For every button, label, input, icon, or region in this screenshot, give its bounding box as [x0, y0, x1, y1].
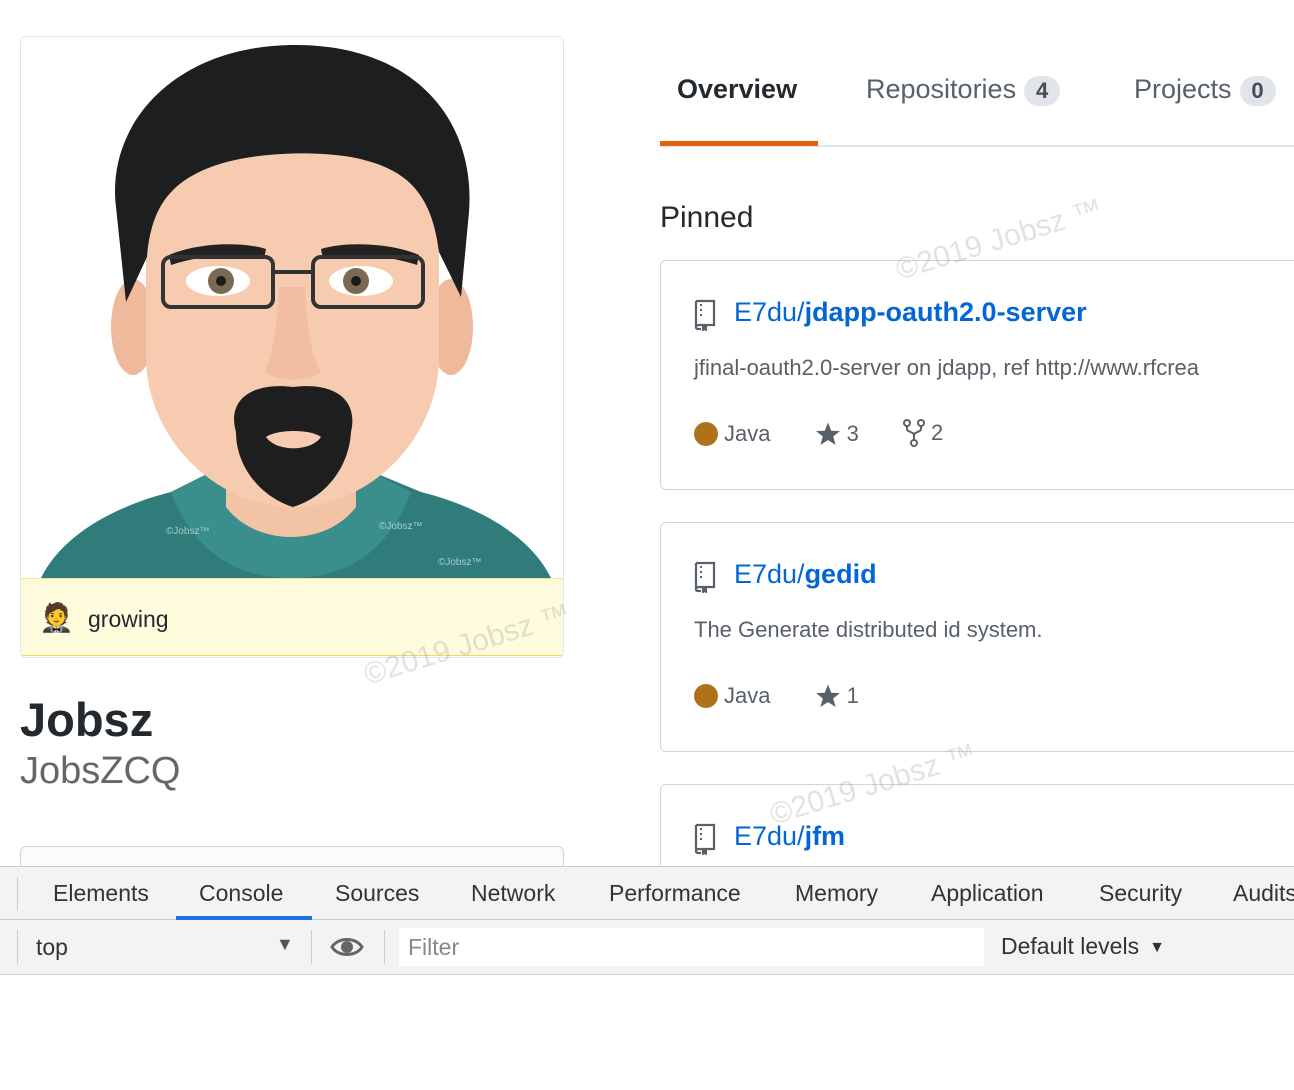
star-count: 3 — [846, 420, 859, 446]
repo-icon — [694, 823, 716, 855]
tab-label: Overview — [677, 74, 798, 104]
toolbar-separator — [17, 930, 18, 964]
language-color-dot — [694, 683, 718, 708]
repo-forks[interactable]: 2 — [902, 419, 944, 448]
pinned-repo-card: E7du/jdapp-oauth2.0-server jfinal-oauth2… — [660, 260, 1294, 490]
tab-selected-indicator — [660, 141, 818, 146]
repo-language: Java — [694, 420, 770, 447]
user-status[interactable]: 🤵 growing — [21, 578, 563, 656]
profile-login: JobsZCQ — [20, 750, 181, 792]
repositories-counter: 4 — [1024, 75, 1061, 106]
repo-name: jfm — [804, 821, 846, 851]
repo-owner: E7du/ — [734, 559, 805, 589]
devtools-panel: Elements Console Sources Network Perform… — [0, 866, 1294, 1090]
repo-language: Java — [694, 682, 770, 709]
devtools-tab-performance[interactable]: Performance — [609, 880, 741, 907]
devtools-tab-audits[interactable]: Audits — [1233, 880, 1294, 907]
tab-overview[interactable]: Overview — [677, 74, 797, 105]
star-icon — [815, 684, 840, 707]
tab-repositories[interactable]: Repositories 4 — [866, 74, 1061, 106]
devtools-tab-security[interactable]: Security — [1099, 880, 1182, 907]
language-label: Java — [724, 420, 771, 446]
star-icon — [815, 422, 840, 445]
repo-icon — [694, 299, 716, 331]
repo-meta: Java 1 — [694, 681, 897, 709]
language-color-dot — [694, 421, 718, 446]
devtools-tab-elements[interactable]: Elements — [53, 880, 149, 907]
tabbar-separator — [17, 877, 18, 911]
dropdown-triangle-icon: ▼ — [1149, 938, 1165, 956]
repo-meta: Java 3 2 — [694, 419, 981, 448]
dropdown-triangle-icon: ▼ — [276, 934, 294, 954]
repo-stars[interactable]: 1 — [815, 682, 859, 709]
avatar-watermark: ©Jobsz™ — [166, 526, 210, 537]
tab-label: Repositories — [866, 74, 1017, 104]
repo-name: jdapp-oauth2.0-server — [804, 297, 1087, 327]
log-levels-label: Default levels — [1001, 933, 1140, 959]
repo-description: jfinal-oauth2.0-server on jdapp, ref htt… — [694, 355, 1200, 380]
console-toolbar: top ▼ Default levels ▼ — [0, 920, 1294, 975]
repo-name: gedid — [804, 559, 877, 589]
repo-owner: E7du/ — [734, 297, 805, 327]
repo-link[interactable]: E7du/jdapp-oauth2.0-server — [734, 297, 1087, 328]
tab-projects[interactable]: Projects 0 — [1134, 74, 1276, 106]
repo-stars[interactable]: 3 — [815, 420, 859, 447]
repo-icon — [694, 561, 716, 593]
fork-count: 2 — [930, 420, 944, 446]
avatar-image[interactable]: ©Jobsz™ ©Jobsz™ ©Jobsz™ — [21, 37, 563, 578]
avatar-watermark: ©Jobsz™ — [379, 521, 423, 532]
devtools-tab-application[interactable]: Application — [931, 880, 1044, 907]
pinned-repo-card: E7du/gedid The Generate distributed id s… — [660, 522, 1294, 752]
tab-label: Projects — [1134, 74, 1232, 104]
repo-description: The Generate distributed id system. — [694, 617, 1043, 642]
profile-name: Jobsz — [20, 693, 154, 746]
devtools-tab-sources[interactable]: Sources — [335, 880, 419, 907]
repo-link[interactable]: E7du/jfm — [734, 821, 845, 852]
pinned-title: Pinned — [660, 201, 754, 234]
toolbar-separator — [384, 930, 385, 964]
devtools-tab-network[interactable]: Network — [471, 880, 555, 907]
context-value: top — [36, 934, 68, 960]
devtools-tabbar: Elements Console Sources Network Perform… — [0, 866, 1294, 920]
toolbar-separator — [311, 930, 312, 964]
eye-icon[interactable] — [330, 934, 364, 960]
devtools-tab-console[interactable]: Console — [199, 880, 283, 907]
status-text: growing — [88, 606, 169, 632]
language-label: Java — [724, 682, 771, 708]
fork-icon — [902, 419, 925, 448]
star-count: 1 — [846, 682, 859, 708]
repo-link[interactable]: E7du/gedid — [734, 559, 877, 590]
projects-counter: 0 — [1239, 75, 1276, 106]
devtools-tab-memory[interactable]: Memory — [795, 880, 878, 907]
log-levels-dropdown[interactable]: Default levels ▼ — [1001, 933, 1165, 960]
status-emoji-icon: 🤵 — [39, 601, 74, 634]
avatar-card: ©Jobsz™ ©Jobsz™ ©Jobsz™ 🤵 growing — [20, 36, 564, 658]
repo-owner: E7du/ — [734, 821, 805, 851]
console-filter-input[interactable] — [399, 928, 984, 966]
avatar-watermark: ©Jobsz™ — [438, 557, 482, 568]
